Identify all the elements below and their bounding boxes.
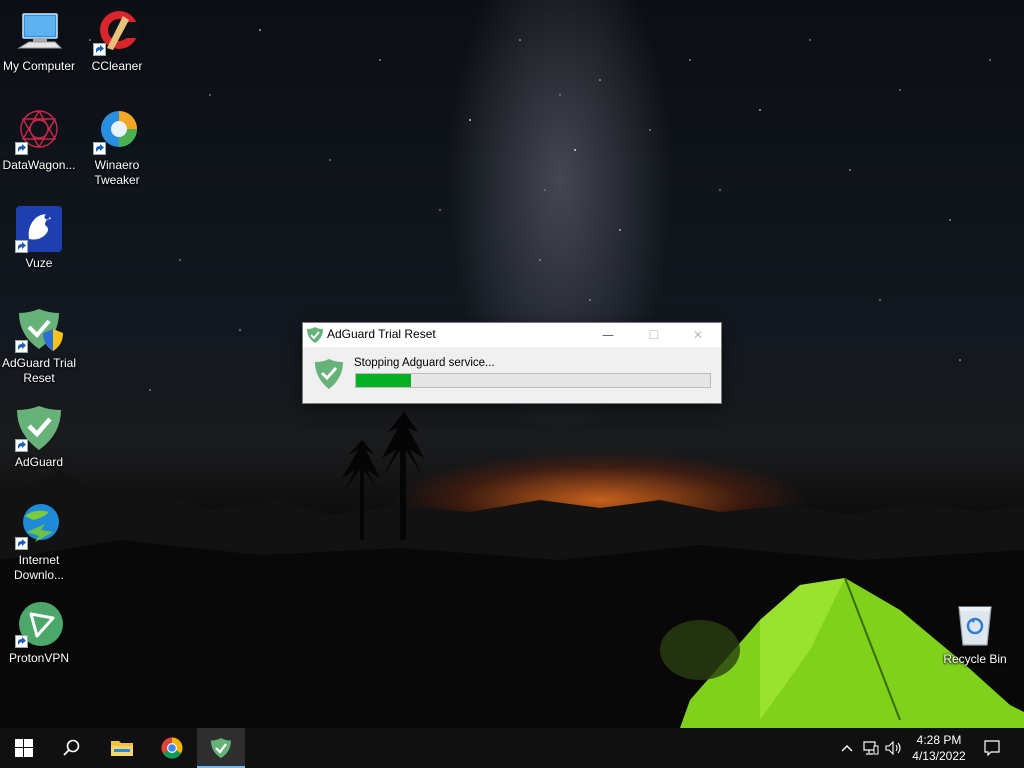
vuze-icon — [15, 205, 63, 253]
chevron-up-icon — [841, 745, 853, 752]
clock-date: 4/13/2022 — [912, 749, 966, 763]
ccleaner-icon — [93, 8, 141, 56]
desktop-icon-datawagon[interactable]: DataWagon... — [0, 107, 78, 173]
desktop-icon-vuze[interactable]: Vuze — [0, 205, 78, 271]
search-icon — [63, 739, 80, 756]
desktop-icon-label: AdGuard Trial Reset — [1, 356, 77, 385]
search-button[interactable] — [48, 728, 96, 768]
shortcut-arrow-icon — [15, 142, 28, 155]
start-button[interactable] — [0, 728, 48, 768]
desktop-icon-label: DataWagon... — [2, 158, 76, 172]
desktop-icon-adguard[interactable]: AdGuard — [0, 404, 78, 470]
adguard-trial-reset-taskbar-button[interactable] — [197, 728, 245, 768]
protonvpn-icon — [15, 600, 63, 648]
desktop-icon-adguard-trial-reset[interactable]: AdGuard Trial Reset — [0, 305, 78, 386]
adguard-title-icon — [307, 327, 323, 347]
file-explorer-button[interactable] — [98, 728, 146, 768]
desktop-icon-winaero-tweaker[interactable]: Winaero Tweaker — [78, 107, 156, 188]
computer-icon — [15, 8, 63, 56]
desktop-icon-label: My Computer — [2, 59, 76, 73]
desktop-icon-protonvpn[interactable]: ProtonVPN — [0, 600, 78, 666]
winaero-tweaker-icon — [93, 107, 141, 155]
progress-fill — [356, 374, 411, 387]
desktop-icon-label: ProtonVPN — [8, 651, 70, 665]
network-icon — [863, 741, 879, 755]
minimize-button[interactable]: — — [585, 323, 631, 347]
notification-icon — [984, 740, 1000, 756]
internet-download-manager-icon — [15, 502, 63, 550]
desktop-icon-label: Recycle Bin — [943, 652, 1007, 666]
clock[interactable]: 4:28 PM 4/13/2022 — [906, 732, 972, 764]
maximize-button[interactable]: ☐ — [631, 323, 677, 347]
adguard-trial-reset-icon — [15, 305, 63, 353]
dialog-title: AdGuard Trial Reset — [327, 327, 436, 341]
desktop: My Computer CCleaner DataWagon... Winaer… — [0, 0, 1024, 728]
shortcut-arrow-icon — [93, 43, 106, 56]
recycle-bin-icon — [951, 601, 999, 649]
action-center-button[interactable] — [978, 728, 1006, 768]
shortcut-arrow-icon — [15, 340, 28, 353]
file-explorer-icon — [111, 741, 133, 756]
adguard-trial-reset-dialog: AdGuard Trial Reset — ☐ ✕ Stopping Adgua… — [302, 322, 722, 404]
chrome-icon — [161, 737, 183, 759]
adguard-icon — [15, 404, 63, 452]
start-icon — [15, 739, 33, 757]
volume-button[interactable] — [884, 728, 904, 768]
desktop-icon-ccleaner[interactable]: CCleaner — [78, 8, 156, 74]
desktop-icon-internet-download-manager[interactable]: Internet Downlo... — [0, 502, 78, 583]
clock-time: 4:28 PM — [916, 733, 962, 747]
shortcut-arrow-icon — [15, 635, 28, 648]
adguard-shield-icon — [315, 359, 343, 393]
chrome-button[interactable] — [148, 728, 196, 768]
shortcut-arrow-icon — [93, 142, 106, 155]
progress-bar — [355, 373, 711, 388]
close-button[interactable]: ✕ — [675, 323, 721, 347]
network-button[interactable] — [861, 728, 881, 768]
shortcut-arrow-icon — [15, 240, 28, 253]
dialog-titlebar[interactable]: AdGuard Trial Reset — ☐ ✕ — [303, 323, 721, 347]
desktop-icon-label: CCleaner — [91, 59, 143, 73]
status-text: Stopping Adguard service... — [354, 357, 495, 369]
desktop-icon-label: AdGuard — [14, 455, 64, 469]
dialog-body: Stopping Adguard service... — [303, 347, 721, 403]
taskbar: 4:28 PM 4/13/2022 — [0, 728, 1024, 768]
desktop-icon-recycle-bin[interactable]: Recycle Bin — [936, 601, 1014, 667]
volume-icon — [885, 741, 901, 755]
shortcut-arrow-icon — [15, 537, 28, 550]
desktop-icon-label: Winaero Tweaker — [94, 158, 140, 187]
adguard-trial-reset-taskbar-icon — [211, 738, 231, 758]
show-hidden-icons-button[interactable] — [838, 728, 856, 768]
desktop-icon-my-computer[interactable]: My Computer — [0, 8, 78, 74]
datawagon-icon — [15, 107, 63, 155]
desktop-icon-label: Internet Downlo... — [13, 553, 65, 582]
shortcut-arrow-icon — [15, 439, 28, 452]
desktop-icon-label: Vuze — [25, 256, 53, 270]
